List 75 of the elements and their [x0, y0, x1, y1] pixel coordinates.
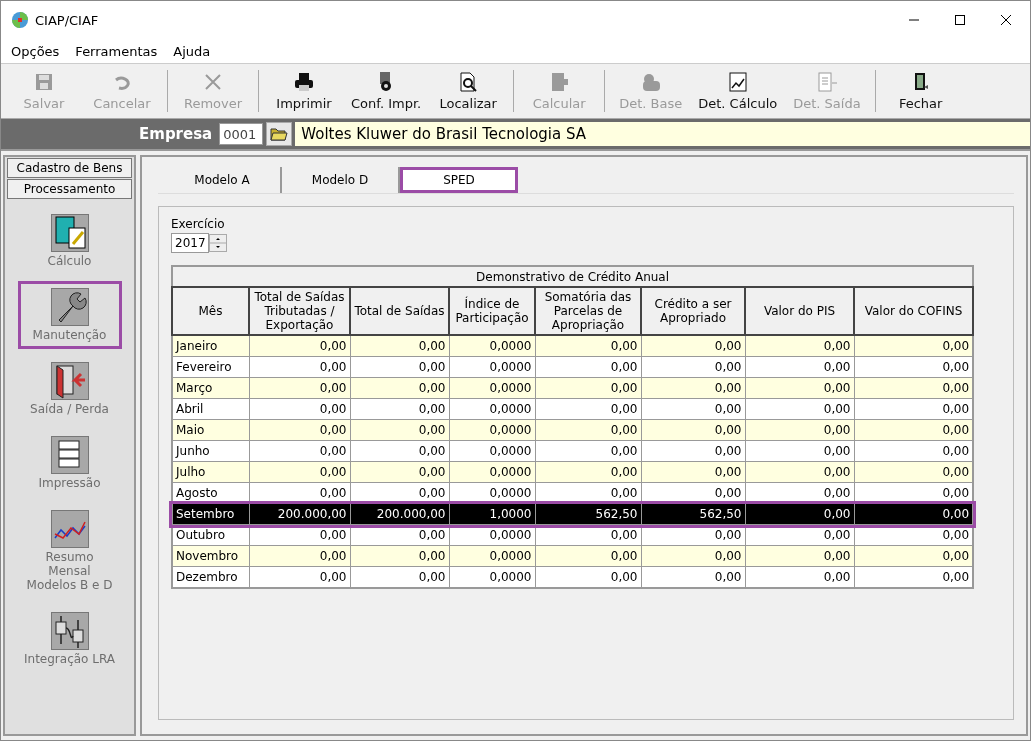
table-cell: Junho	[172, 440, 249, 462]
table-row[interactable]: Agosto 0,00 0,00 0,0000 0,00 0,00 0,00 0,00	[172, 482, 974, 504]
table-row[interactable]: Novembro 0,00 0,00 0,0000 0,00 0,00 0,00 0,00	[172, 545, 974, 567]
table-cell: 200.000,00	[350, 503, 449, 525]
table-row[interactable]: Março 0,00 0,00 0,0000 0,00 0,00 0,00 0,00	[172, 377, 974, 399]
section-button[interactable]: Processamento	[7, 179, 132, 199]
column-header: Mês	[172, 287, 249, 335]
folder-icon	[270, 126, 289, 142]
table-cell: Dezembro	[172, 566, 249, 588]
window-title: CIAP/CIAF	[35, 12, 99, 28]
sidebar-item[interactable]: Impressão	[17, 429, 122, 497]
table-row[interactable]: Fevereiro 0,00 0,00 0,0000 0,00 0,00 0,00 0,00	[172, 356, 974, 378]
column-header: Valor do COFINS	[854, 287, 974, 335]
spinner-arrows-icon[interactable]	[209, 234, 227, 252]
maximize-icon[interactable]	[954, 14, 966, 26]
column-header: Total de Saídas	[350, 287, 449, 335]
table-cell: 200.000,00	[249, 503, 350, 525]
printer-icon	[293, 71, 315, 93]
toolbar-button[interactable]: Conf. Impr.	[343, 66, 430, 116]
document-arrow-icon	[815, 71, 838, 93]
toolbar-button[interactable]: Imprimir	[265, 66, 343, 116]
table-row[interactable]: Maio 0,00 0,00 0,0000 0,00 0,00 0,00 0,00	[172, 419, 974, 441]
column-header: Total de Saídas Tributadas / Exportação	[249, 287, 350, 335]
table-row[interactable]: Junho 0,00 0,00 0,0000 0,00 0,00 0,00 0,00	[172, 440, 974, 462]
column-header: Índice de Participação	[449, 287, 535, 335]
line-chart-icon	[726, 71, 749, 93]
table-row[interactable]: Janeiro 0,00 0,00 0,0000 0,00 0,00 0,00 0,00	[172, 335, 974, 357]
toolbar-button[interactable]: Det. Cálculo	[690, 66, 786, 116]
company-label: Empresa	[139, 125, 214, 143]
menu-item[interactable]: Ajuda	[173, 43, 211, 59]
table-cell: Maio	[172, 419, 249, 441]
column-header: Crédito a ser Apropriado	[641, 287, 745, 335]
column-header: Somatória das Parcelas de Apropriação	[535, 287, 641, 335]
open-folder-button[interactable]	[266, 122, 293, 146]
table-cell: Novembro	[172, 545, 249, 567]
table-cell: 562,50	[535, 503, 641, 525]
calculator-sheet-icon	[50, 214, 89, 252]
table-cell: Setembro	[172, 503, 249, 525]
menu-item[interactable]: Ferramentas	[75, 43, 158, 59]
table-row[interactable]: Setembro 200.000,00 200.000,00 1,0000 562,50 562,50 0,00 0,00	[172, 503, 974, 525]
menu-item[interactable]: Opções	[11, 43, 60, 59]
company-name-field: Woltes Kluwer do Brasil Tecnologia SA	[295, 122, 1030, 146]
connectors-icon	[50, 612, 89, 650]
table-cell: 0,00	[854, 503, 974, 525]
table-cell: Julho	[172, 461, 249, 483]
table-title: Demonstrativo de Crédito Anual	[172, 266, 974, 287]
sidebar-item[interactable]: Saída / Perda	[17, 355, 122, 423]
toolbar-button[interactable]: Localizar	[429, 66, 508, 116]
year-label: Exercício	[171, 217, 226, 231]
table-cell: 1,0000	[449, 503, 535, 525]
column-header: Valor do PIS	[745, 287, 854, 335]
year-field[interactable]: 2017	[171, 233, 209, 253]
line-graph-icon	[50, 510, 89, 548]
sidebar-item[interactable]: Cálculo	[17, 207, 122, 275]
sidebar-item[interactable]: Resumo Mensal Modelos B e D	[17, 503, 122, 599]
table-row[interactable]: Julho 0,00 0,00 0,0000 0,00 0,00 0,00 0,00	[172, 461, 974, 483]
table-cell: Fevereiro	[172, 356, 249, 378]
table-row[interactable]: Abril 0,00 0,00 0,0000 0,00 0,00 0,00 0,00	[172, 398, 974, 420]
table-row[interactable]: Outubro 0,00 0,00 0,0000 0,00 0,00 0,00 0,00	[172, 524, 974, 546]
company-code-field[interactable]: 0001	[219, 123, 264, 145]
sidebar-item[interactable]: Integração LRA	[17, 605, 122, 673]
sidebar-item[interactable]: Manutenção	[17, 281, 122, 349]
table-row[interactable]: Dezembro 0,00 0,00 0,0000 0,00 0,00 0,00 0,00	[172, 566, 974, 588]
table-cell: 0,00	[745, 503, 854, 525]
paper-stack-icon	[50, 436, 89, 474]
app-logo-icon	[11, 11, 29, 29]
wrench-icon	[50, 288, 89, 326]
close-icon[interactable]	[1000, 14, 1012, 26]
table-cell: Março	[172, 377, 249, 399]
table-cell: Abril	[172, 398, 249, 420]
table-cell: 562,50	[641, 503, 745, 525]
table-cell: Janeiro	[172, 335, 249, 357]
toolbar-button[interactable]: Fechar	[881, 66, 960, 116]
tab[interactable]: SPED	[400, 167, 518, 193]
section-button[interactable]: Cadastro de Bens	[7, 158, 132, 178]
